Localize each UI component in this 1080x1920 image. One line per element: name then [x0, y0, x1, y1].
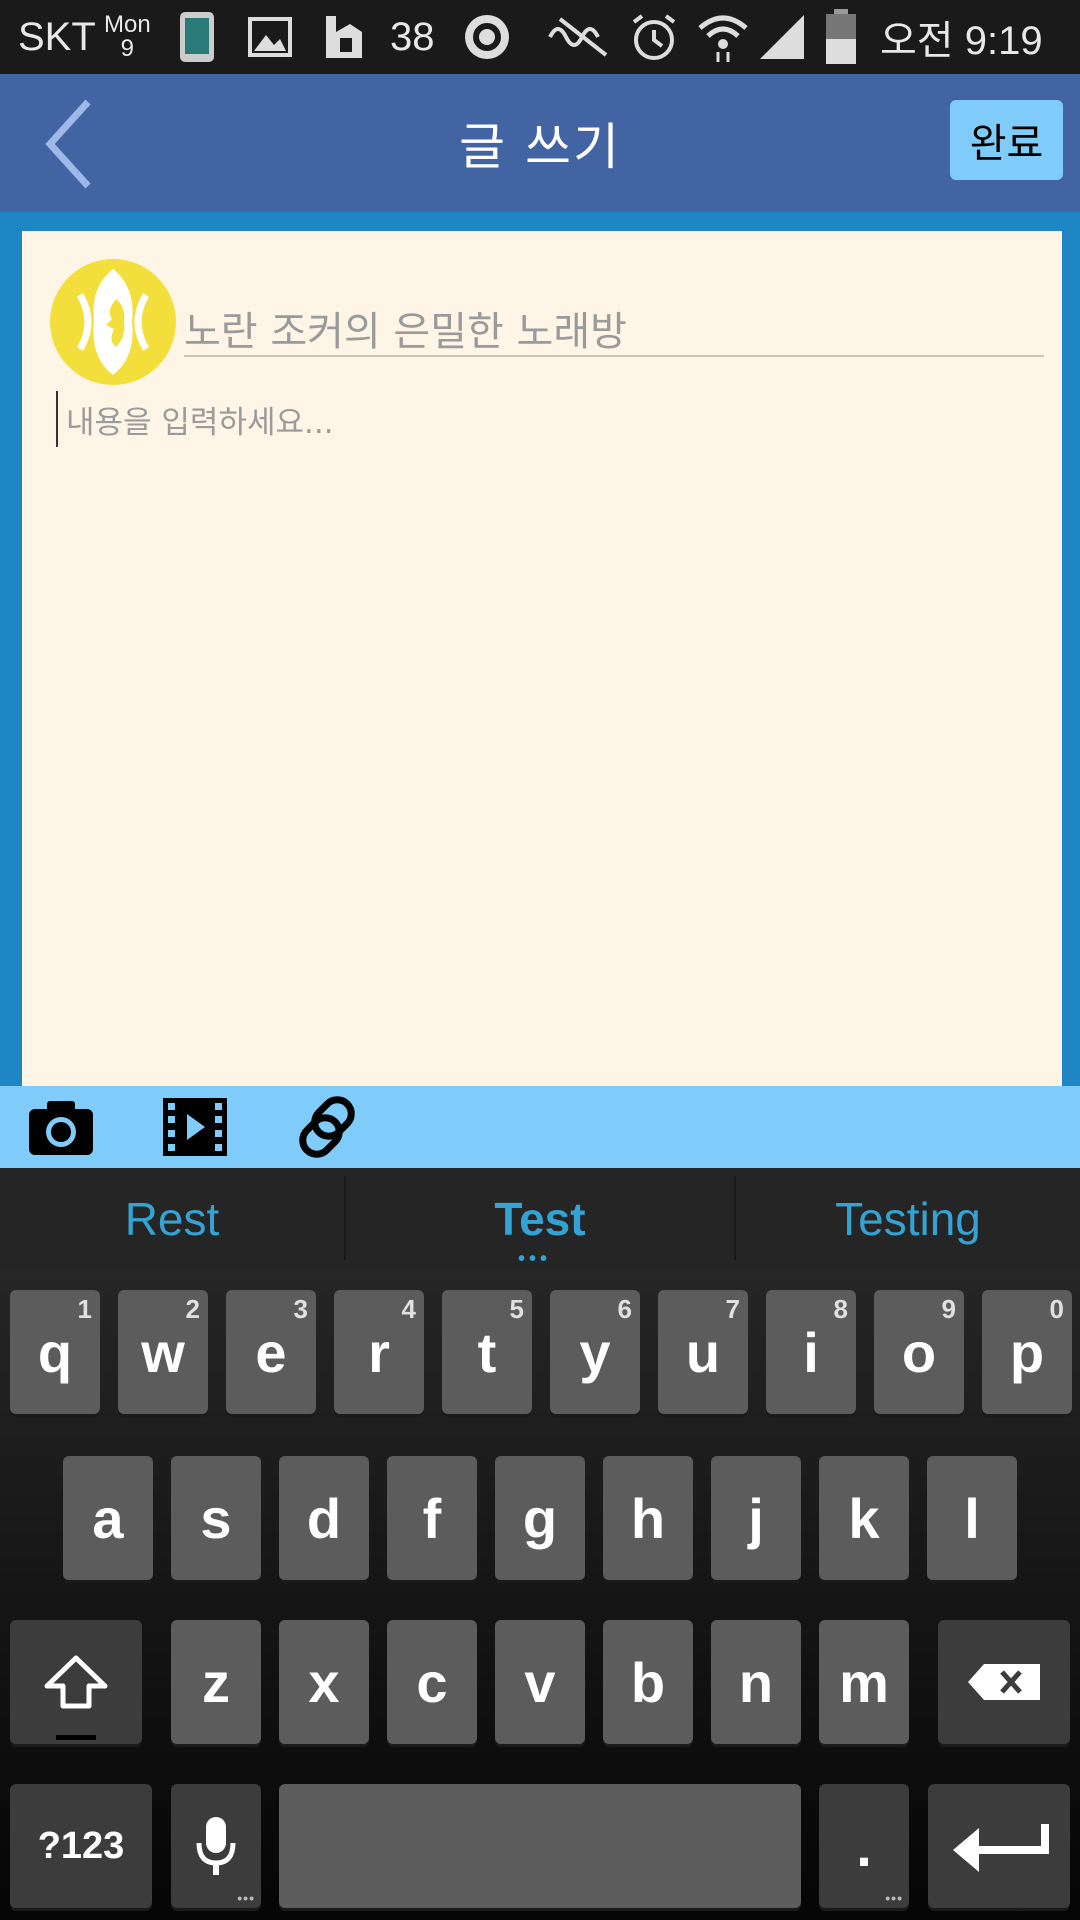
- enter-key[interactable]: [928, 1784, 1070, 1908]
- joker-logo-icon: [50, 259, 176, 385]
- shift-indicator: [56, 1735, 96, 1740]
- key-hint: 3: [293, 1294, 308, 1324]
- backspace-key[interactable]: [938, 1620, 1070, 1744]
- page-title: 글 쓰기: [459, 118, 621, 176]
- text-cursor: [56, 391, 58, 447]
- key-a[interactable]: a: [63, 1456, 153, 1580]
- notification-count: 38: [390, 14, 435, 59]
- key-r[interactable]: r4: [334, 1290, 424, 1414]
- mute-icon: [546, 0, 616, 74]
- key-q[interactable]: q1: [10, 1290, 100, 1414]
- key-label: u: [685, 1320, 721, 1384]
- key-o[interactable]: o9: [874, 1290, 964, 1414]
- status-bar: SKT Mon 9 38 오전 9:19: [0, 0, 1080, 74]
- microphone-icon: [196, 1817, 236, 1875]
- key-x[interactable]: x: [279, 1620, 369, 1744]
- link-icon: [299, 1096, 355, 1158]
- key-n[interactable]: n: [711, 1620, 801, 1744]
- key-hint: 4: [401, 1294, 416, 1324]
- date-widget: Mon 9: [104, 0, 151, 74]
- more-dots: •••: [885, 1890, 903, 1906]
- key-f[interactable]: f: [387, 1456, 477, 1580]
- suggestion-strip: Rest Test ••• Testing: [0, 1168, 1080, 1270]
- key-hint: 1: [77, 1294, 92, 1324]
- key-y[interactable]: y6: [550, 1290, 640, 1414]
- battery-icon: [824, 0, 858, 74]
- app-bar: 글 쓰기 완료: [0, 74, 1080, 212]
- key-d[interactable]: d: [279, 1456, 369, 1580]
- key-v[interactable]: v: [495, 1620, 585, 1744]
- period-key[interactable]: . •••: [819, 1784, 909, 1908]
- key-hint: 8: [833, 1294, 848, 1324]
- date-label: 9: [120, 35, 135, 62]
- circle-app-icon: [462, 0, 512, 74]
- key-g[interactable]: g: [495, 1456, 585, 1580]
- gallery-icon: [248, 0, 292, 74]
- key-hint: 0: [1049, 1294, 1064, 1324]
- backspace-icon: [968, 1664, 1040, 1700]
- done-button[interactable]: 완료: [950, 100, 1063, 180]
- key-z[interactable]: z: [171, 1620, 261, 1744]
- key-hint: 6: [617, 1294, 632, 1324]
- signal-icon: [758, 0, 808, 74]
- enter-arrow-icon: [953, 1824, 1049, 1872]
- clock: 오전 9:19: [880, 19, 1043, 63]
- key-c[interactable]: c: [387, 1620, 477, 1744]
- day-label: Mon: [104, 11, 151, 38]
- key-b[interactable]: b: [603, 1620, 693, 1744]
- phone-icon: [176, 0, 218, 74]
- key-p[interactable]: p0: [982, 1290, 1072, 1414]
- key-label: e: [255, 1320, 287, 1384]
- shift-icon: [44, 1655, 108, 1709]
- board-avatar: [50, 259, 176, 385]
- key-label: t: [477, 1320, 497, 1384]
- key-l[interactable]: l: [927, 1456, 1017, 1580]
- key-s[interactable]: s: [171, 1456, 261, 1580]
- key-hint: 7: [725, 1294, 740, 1324]
- key-m[interactable]: m: [819, 1620, 909, 1744]
- camera-button[interactable]: [26, 1094, 96, 1160]
- key-hint: 2: [185, 1294, 200, 1324]
- key-label: .: [856, 1814, 872, 1878]
- camera-icon: [29, 1101, 93, 1155]
- voice-input-key[interactable]: •••: [171, 1784, 261, 1908]
- suggestion-3[interactable]: Testing: [736, 1168, 1080, 1270]
- key-label: r: [368, 1320, 390, 1384]
- shift-key[interactable]: [10, 1620, 142, 1744]
- key-label: o: [901, 1320, 937, 1384]
- key-label: y: [579, 1320, 611, 1384]
- key-label: w: [141, 1320, 185, 1384]
- alarm-icon: [630, 0, 678, 74]
- key-label: q: [37, 1320, 73, 1384]
- carrier-label: SKT: [18, 14, 96, 59]
- app-icon: [322, 0, 368, 74]
- key-label: i: [803, 1320, 819, 1384]
- key-u[interactable]: u7: [658, 1290, 748, 1414]
- key-hint: 5: [509, 1294, 524, 1324]
- key-t[interactable]: t5: [442, 1290, 532, 1414]
- key-w[interactable]: w2: [118, 1290, 208, 1414]
- suggestion-1[interactable]: Rest: [0, 1168, 344, 1270]
- video-icon: [163, 1098, 227, 1156]
- board-name-field[interactable]: 노란 조커의 은밀한 노래방: [184, 299, 1044, 357]
- suggestion-more-dots: •••: [518, 1248, 552, 1270]
- more-dots: •••: [237, 1890, 255, 1906]
- key-label: p: [1009, 1320, 1045, 1384]
- symbols-key[interactable]: ?123: [10, 1784, 152, 1908]
- key-i[interactable]: i8: [766, 1290, 856, 1414]
- wifi-icon: [696, 0, 750, 74]
- key-hint: 9: [941, 1294, 956, 1324]
- soft-keyboard: Rest Test ••• Testing q1 w2 e3 r4 t5 y6 …: [0, 1168, 1080, 1920]
- key-h[interactable]: h: [603, 1456, 693, 1580]
- content-placeholder: 내용을 입력하세요...: [66, 404, 334, 441]
- link-button[interactable]: [292, 1094, 362, 1160]
- key-e[interactable]: e3: [226, 1290, 316, 1414]
- space-key[interactable]: [279, 1784, 801, 1908]
- key-k[interactable]: k: [819, 1456, 909, 1580]
- content-input[interactable]: 내용을 입력하세요...: [56, 391, 1016, 447]
- post-editor: 노란 조커의 은밀한 노래방 내용을 입력하세요...: [22, 231, 1062, 1086]
- attachment-toolbar: [0, 1086, 1080, 1168]
- key-j[interactable]: j: [711, 1456, 801, 1580]
- video-button[interactable]: [160, 1094, 230, 1160]
